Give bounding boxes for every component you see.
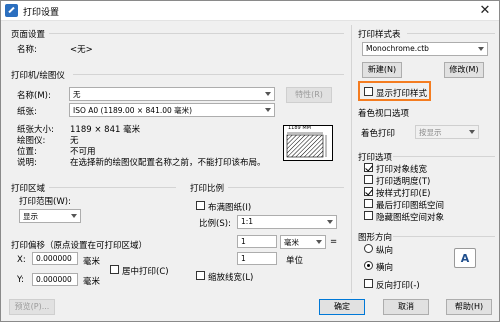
plot-options-heading: 打印选项 — [358, 153, 393, 163]
scale-lineweights-label: 缩放线宽(L) — [208, 273, 254, 283]
plot-option-checkbox[interactable] — [364, 187, 373, 196]
scale-drawing-units-input[interactable]: 1 — [237, 252, 277, 265]
plot-area-heading: 打印区域 — [11, 184, 46, 194]
scale-paper-units-input[interactable]: 1 — [237, 235, 277, 248]
plot-range-select[interactable]: 显示 — [19, 209, 81, 223]
plot-range-value: 显示 — [23, 212, 38, 221]
scale-unit-value: 毫米 — [284, 238, 299, 247]
plot-option-label: 打印透明度(T) — [376, 177, 431, 187]
plot-option-checkbox[interactable] — [364, 163, 373, 172]
chevron-down-icon — [478, 47, 484, 51]
reverse-plot-checkbox[interactable] — [364, 279, 373, 288]
landscape-label: 横向 — [376, 263, 394, 273]
column-divider — [351, 25, 352, 293]
offset-x-input[interactable]: 0.000000 — [32, 252, 78, 265]
portrait-label: 纵向 — [376, 246, 394, 256]
landscape-orientation-icon: A — [454, 248, 476, 268]
style-table-heading: 打印样式表 — [358, 30, 401, 40]
app-icon — [5, 4, 18, 17]
window-title: 打印设置 — [23, 8, 60, 18]
shade-plot-value: 按显示 — [419, 128, 442, 137]
fit-to-paper-label: 布满图纸(I) — [208, 203, 252, 213]
page-setup-heading: 页面设置 — [11, 30, 46, 40]
preview-width-text: 1189 MM — [288, 125, 311, 131]
portrait-radio[interactable] — [364, 244, 373, 253]
scale-ratio-label: 比例(S): — [199, 219, 231, 229]
reverse-plot-label: 反向打印(-) — [376, 281, 420, 291]
divider — [49, 187, 176, 188]
paper-select[interactable]: ISO A0 (1189.00 × 841.00 毫米) — [69, 103, 275, 117]
divider — [228, 187, 344, 188]
plot-option-checkbox[interactable] — [364, 175, 373, 184]
plot-scale-heading: 打印比例 — [190, 184, 225, 194]
plot-option-label: 隐藏图纸空间对象 — [376, 213, 445, 223]
page-setup-name-label: 名称: — [17, 45, 37, 55]
scale-equals-sign: = — [330, 237, 338, 247]
plot-range-label: 打印范围(W): — [19, 197, 71, 207]
scale-unit-select[interactable]: 毫米 — [280, 235, 326, 249]
divider — [407, 33, 495, 34]
paper-value: ISO A0 (1189.00 × 841.00 毫米) — [73, 106, 193, 115]
description-value: 在选择新的绘图仪配置名称之前，不能打印该布局。 — [70, 158, 266, 168]
divider — [393, 156, 495, 157]
style-table-value: Monochrome.ctb — [366, 44, 429, 53]
page-setup-name-value: <无> — [70, 45, 93, 55]
chevron-down-icon — [71, 214, 77, 218]
scale-ratio-value: 1:1 — [241, 217, 254, 226]
plot-offset-heading: 打印偏移（原点设置在可打印区域） — [11, 241, 148, 251]
chevron-down-icon — [316, 240, 322, 244]
paper-label: 纸张: — [17, 107, 37, 117]
orientation-heading: 图形方向 — [358, 233, 393, 243]
chevron-down-icon — [327, 220, 333, 224]
center-plot-label: 居中打印(C) — [122, 267, 169, 277]
printer-name-label: 名称(M): — [17, 91, 51, 101]
printer-heading: 打印机/绘图仪 — [11, 71, 65, 81]
shade-plot-select[interactable]: 按显示 — [415, 125, 479, 139]
ok-button[interactable]: 确定 — [319, 299, 365, 315]
plot-option-checkbox[interactable] — [364, 211, 373, 220]
fit-to-paper-checkbox[interactable] — [196, 201, 205, 210]
shaded-viewport-heading: 着色视口选项 — [358, 109, 410, 119]
preview-button[interactable]: 预览(P)... — [9, 299, 55, 315]
printer-name-select[interactable]: 无 — [69, 87, 275, 101]
paper-preview-hatch — [286, 132, 327, 158]
plot-option-label: 打印对象线宽 — [376, 165, 428, 175]
print-settings-dialog: 打印设置 ✕ 页面设置 名称: <无> 打印机/绘图仪 名称(M): 无 特性(… — [0, 0, 500, 322]
plot-option-label: 最后打印图纸空间 — [376, 201, 445, 211]
offset-y-input[interactable]: 0.000000 — [32, 273, 78, 286]
printer-name-value: 无 — [73, 90, 81, 99]
shade-plot-label: 着色打印 — [361, 129, 396, 139]
style-table-select[interactable]: Monochrome.ctb — [362, 42, 488, 56]
offset-y-unit: 毫米 — [83, 277, 101, 287]
offset-x-label: X: — [17, 255, 26, 265]
plot-option-label: 按样式打印(E) — [376, 189, 431, 199]
properties-button[interactable]: 特性(R) — [286, 87, 332, 103]
close-icon[interactable]: ✕ — [475, 2, 495, 20]
offset-x-unit: 毫米 — [83, 257, 101, 267]
divider — [49, 33, 344, 34]
offset-y-label: Y: — [17, 275, 24, 285]
help-button[interactable]: 帮助(H) — [446, 299, 492, 315]
chevron-down-icon — [265, 108, 271, 112]
chevron-down-icon — [265, 92, 271, 96]
divider — [393, 236, 495, 237]
divider — [73, 74, 344, 75]
new-style-button[interactable]: 新建(N) — [362, 62, 402, 78]
scale-lineweights-checkbox[interactable] — [196, 271, 205, 280]
show-plot-styles-checkbox[interactable] — [364, 87, 373, 96]
paper-size-value: 1189 × 841 毫米 — [70, 125, 141, 135]
scale-ratio-select[interactable]: 1:1 — [237, 215, 337, 229]
edit-style-button[interactable]: 修改(M) — [444, 62, 484, 78]
plot-option-checkbox[interactable] — [364, 199, 373, 208]
landscape-radio[interactable] — [364, 261, 373, 270]
chevron-down-icon — [469, 130, 475, 134]
title-bar: 打印设置 ✕ — [1, 1, 499, 21]
scale-drawing-unit-label: 单位 — [286, 256, 304, 266]
show-plot-styles-label: 显示打印样式 — [376, 89, 428, 99]
description-label: 说明: — [17, 158, 37, 168]
cancel-button[interactable]: 取消 — [383, 299, 429, 315]
paper-preview: 1189 MM — [283, 125, 333, 161]
center-plot-checkbox[interactable] — [110, 265, 119, 274]
